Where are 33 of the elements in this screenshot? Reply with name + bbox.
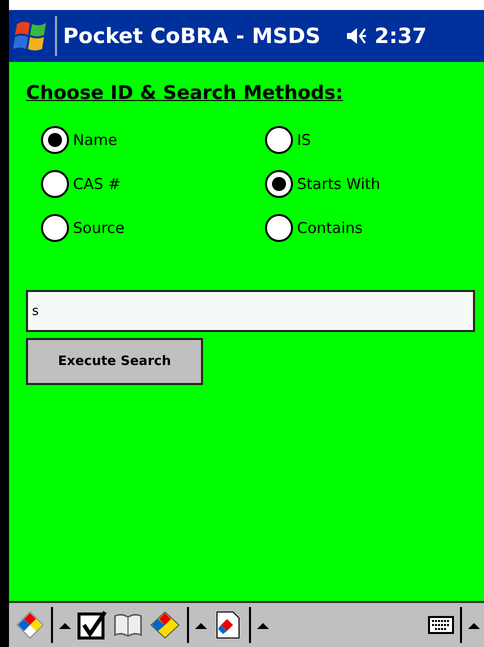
radio-option[interactable]: Source (41, 214, 265, 242)
radio-label: Name (73, 131, 118, 149)
radio-label: Contains (297, 219, 363, 237)
radio-option[interactable]: Name (41, 126, 265, 154)
hazard-diamond-icon[interactable] (15, 610, 45, 640)
windows-flag-icon[interactable] (11, 16, 57, 56)
radio-button[interactable] (41, 170, 69, 198)
radio-option[interactable]: IS (265, 126, 465, 154)
radio-label: IS (297, 131, 311, 149)
radio-option[interactable]: Starts With (265, 170, 465, 198)
clock-time: 2:37 (374, 24, 427, 48)
hazard-diamond-icon[interactable] (149, 610, 181, 640)
up-arrow-icon[interactable] (195, 621, 207, 629)
checkmark-icon[interactable] (77, 610, 107, 640)
radio-label: Source (73, 219, 125, 237)
radio-button[interactable] (265, 126, 293, 154)
section-heading: Choose ID & Search Methods: (26, 82, 344, 104)
up-arrow-icon[interactable] (468, 621, 480, 629)
radio-option[interactable]: CAS # (41, 170, 265, 198)
radio-button[interactable] (41, 126, 69, 154)
radio-button[interactable] (265, 214, 293, 242)
search-field[interactable]: s (26, 290, 475, 332)
radio-button[interactable] (265, 170, 293, 198)
radio-label: Starts With (297, 175, 380, 193)
speaker-icon[interactable] (346, 26, 368, 46)
window-title: Pocket CoBRA - MSDS (63, 24, 320, 48)
up-arrow-icon[interactable] (257, 621, 269, 629)
keyboard-icon[interactable] (428, 616, 454, 634)
radio-button[interactable] (41, 214, 69, 242)
radio-label: CAS # (73, 175, 121, 193)
execute-search-button[interactable]: Execute Search (26, 338, 203, 385)
radio-option[interactable]: Contains (265, 214, 465, 242)
up-arrow-icon[interactable] (59, 621, 71, 629)
